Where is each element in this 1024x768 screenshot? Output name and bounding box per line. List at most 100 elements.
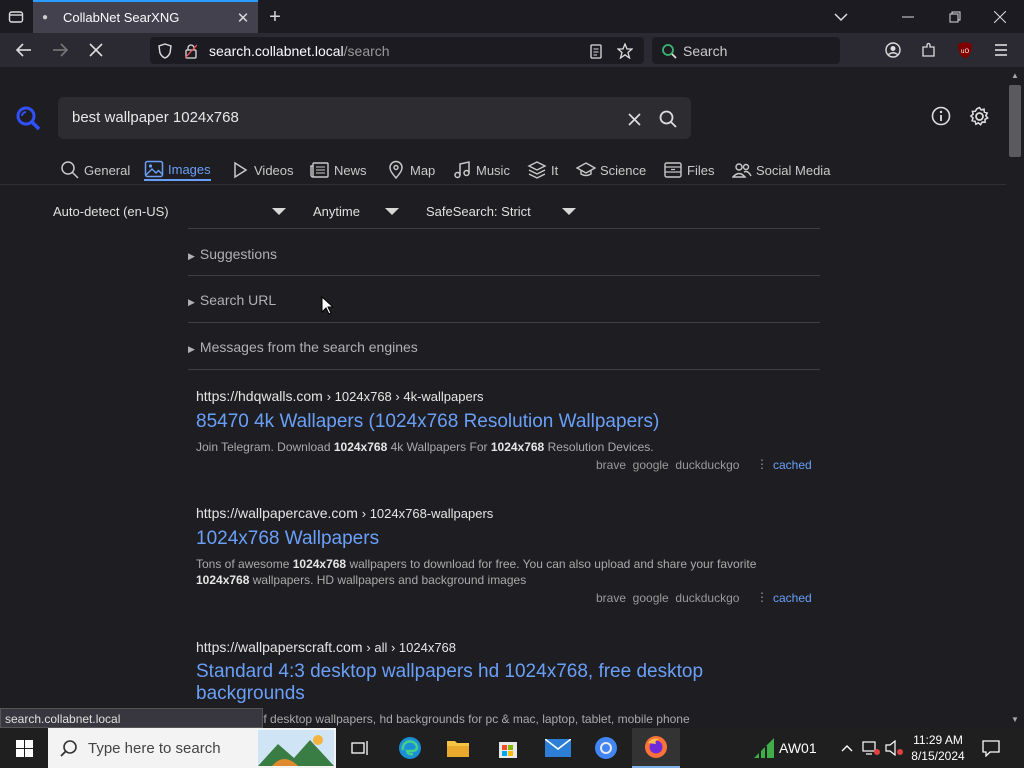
suggestions-label: Suggestions [199,246,277,262]
mouse-cursor-icon [321,296,333,315]
taskbar-store[interactable] [484,728,532,768]
result-url[interactable]: https://wallpaperscraft.com › all › 1024… [196,639,456,655]
tab-searxng[interactable]: ● CollabNet SearXNG ✕ [33,0,258,33]
search-query-input[interactable]: best wallpaper 1024x768 [72,109,239,126]
bookmark-star-icon[interactable] [616,42,634,60]
tab-map[interactable]: Map [386,159,435,181]
clock-date: 8/15/2024 [911,749,965,763]
browser-search-box[interactable]: Search [652,37,840,64]
clear-query-icon[interactable] [623,108,645,130]
tab-close-icon[interactable]: ✕ [233,8,253,28]
safesearch-chevron-icon[interactable] [562,208,576,215]
svg-text:uO: uO [961,48,970,55]
network-name-label: AW01 [779,740,817,756]
time-range-select[interactable]: Anytime [313,204,360,219]
taskbar-file-explorer[interactable] [434,728,482,768]
cached-link[interactable]: cached [773,458,812,472]
tab-it[interactable]: It [527,159,558,181]
app-menu-icon[interactable] [990,39,1012,61]
task-view-icon [351,741,368,755]
address-bar[interactable]: search.collabnet.local/search [150,37,644,64]
category-divider [0,184,1006,185]
result-url-path: › 1024x768-wallpapers [361,506,494,521]
clock-time: 11:29 AM [913,733,963,747]
search-highlight-illustration-icon [258,730,334,766]
tracking-protection-shield-icon[interactable] [156,42,174,60]
store-bag-icon [499,742,517,758]
stop-loading-icon[interactable] [85,39,107,61]
result-title-link[interactable]: 85470 4k Wallapers (1024x768 Resolution … [196,411,796,433]
back-icon[interactable] [13,39,35,61]
tab-videos[interactable]: Videos [230,159,294,181]
time-range-chevron-icon[interactable] [385,208,399,215]
list-all-tabs-chevron-icon[interactable] [830,6,852,28]
scroll-down-arrow-icon[interactable]: ▼ [1009,713,1021,725]
suggestions-toggle[interactable]: ▶ Suggestions [188,246,277,262]
search-url-toggle[interactable]: ▶ Search URL [188,292,276,308]
tab-science[interactable]: Science [576,159,646,181]
file-box-icon [664,162,682,178]
tab-music[interactable]: Music [452,159,510,181]
result-description: Tons of awesome 1024x768 wallpapers to d… [196,557,757,587]
insecure-lock-icon[interactable] [182,42,200,60]
language-chevron-icon[interactable] [272,208,286,215]
windows-logo-icon [15,739,33,757]
show-hidden-icons-chevron-icon[interactable] [838,738,856,758]
tab-files-label: Files [687,162,715,178]
cached-link[interactable]: cached [773,591,812,605]
taskbar-mail[interactable] [534,728,582,768]
account-icon[interactable] [882,39,904,61]
tab-news[interactable]: News [310,159,367,181]
tab-general[interactable]: General [60,159,130,181]
network-status-icon[interactable] [861,738,881,758]
info-icon[interactable] [930,105,952,127]
start-button[interactable] [0,728,48,768]
scrollbar-thumb[interactable] [1009,85,1021,157]
divider [188,322,820,323]
tab-files[interactable]: Files [663,159,714,181]
volume-muted-icon[interactable] [884,738,904,758]
page-content: best wallpaper 1024x768 General Images V… [0,67,1006,728]
tab-images-label: Images [168,161,211,177]
taskbar-search-box[interactable]: Type here to search [48,728,336,768]
browser-search-placeholder: Search [683,43,728,59]
tab-list-icon[interactable] [6,7,26,27]
language-select[interactable]: Auto-detect (en-US) [53,204,169,219]
new-tab-icon[interactable]: + [264,6,286,28]
tab-social-media[interactable]: Social Media [732,159,830,181]
scroll-up-arrow-icon[interactable]: ▲ [1009,69,1021,81]
minimize-icon[interactable] [896,6,920,28]
tab-news-label: News [334,162,367,178]
searxng-logo-icon[interactable] [14,104,42,132]
result-title-link[interactable]: Standard 4:3 desktop wallpapers hd 1024x… [196,661,756,705]
extensions-puzzle-icon[interactable] [918,39,940,61]
forward-icon[interactable] [49,39,71,61]
search-submit-icon[interactable] [657,108,679,130]
notifications-icon[interactable] [980,737,1002,759]
result-title-link[interactable]: 1024x768 Wallpapers [196,528,756,550]
layers-icon [527,161,547,179]
tab-images[interactable]: Images [144,159,211,181]
query-box: best wallpaper 1024x768 [58,97,691,139]
safesearch-select[interactable]: SafeSearch: Strict [426,204,531,219]
taskbar-chrome[interactable] [582,728,630,768]
result-url-base: https://hdqwalls.com [196,388,323,404]
restore-icon[interactable] [943,6,967,28]
task-view-button[interactable] [336,728,384,768]
result-url[interactable]: https://hdqwalls.com › 1024x768 › 4k-wal… [196,388,484,404]
result-description: Join Telegram. Download 1024x768 4k Wall… [196,440,654,454]
result-url[interactable]: https://wallpapercave.com › 1024x768-wal… [196,505,493,521]
tab-loading-dot-icon: ● [42,12,49,23]
engine-separator-icon: ⋮ [756,590,768,604]
status-bar-url: search.collabnet.local [0,708,263,728]
result-engines: brave google duckduckgo [596,458,740,472]
ublock-origin-icon[interactable]: uO [954,39,976,61]
taskbar-edge[interactable] [386,728,434,768]
reader-view-icon[interactable] [587,42,605,60]
preferences-gear-icon[interactable] [968,105,990,127]
system-clock[interactable]: 11:29 AM 8/15/2024 [906,732,970,764]
taskbar-firefox[interactable] [632,728,680,768]
engine-messages-toggle[interactable]: ▶ Messages from the search engines [188,339,418,355]
close-window-icon[interactable] [988,6,1012,28]
page-scrollbar[interactable]: ▲ ▼ [1006,67,1024,728]
